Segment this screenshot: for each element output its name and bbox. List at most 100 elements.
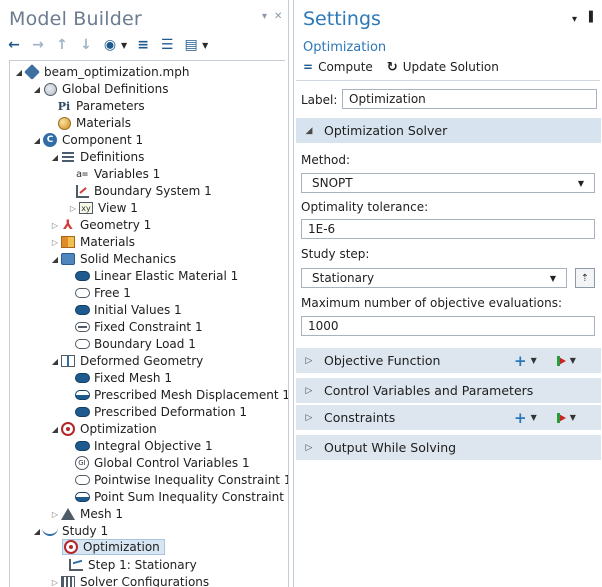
expanded-triangle-icon[interactable]: ◢ — [14, 68, 24, 77]
collapsed-triangle-icon[interactable]: ▷ — [50, 238, 60, 247]
section-objective-function[interactable]: ▷ Objective Function + ▼ ▼ — [296, 348, 601, 373]
update-solution-label: Update Solution — [402, 60, 499, 74]
tree-node-label: View 1 — [98, 201, 138, 215]
tree-node-view[interactable]: ▷ xy View 1 — [68, 200, 138, 216]
study-step-select[interactable]: Stationary ▼ — [301, 268, 567, 288]
collapsed-triangle-icon[interactable]: ▷ — [50, 578, 60, 587]
deformed-geometry-icon — [60, 354, 76, 368]
collapsed-triangle-icon[interactable]: ▷ — [50, 510, 60, 519]
tree-node-solver-configurations[interactable]: ▷ Solver Configurations — [50, 574, 209, 587]
tree-node-step-stationary[interactable]: Step 1: Stationary — [68, 557, 197, 573]
tree-node-solid-mechanics[interactable]: ◢ Solid Mechanics — [50, 251, 176, 267]
tree-node-linear-elastic[interactable]: Linear Elastic Material 1 — [74, 268, 238, 284]
max-eval-input[interactable] — [301, 316, 595, 336]
back-arrow-icon[interactable]: ← — [6, 37, 22, 53]
tree-node-initial-values[interactable]: Initial Values 1 — [74, 302, 182, 318]
expanded-triangle-icon[interactable]: ◢ — [302, 126, 316, 136]
tree-node-boundary-system[interactable]: Boundary System 1 — [74, 183, 212, 199]
tree-node-label: Pointwise Inequality Constraint 1 — [94, 473, 289, 487]
expand-all-icon[interactable]: ☰ — [159, 37, 175, 53]
expanded-triangle-icon[interactable]: ◢ — [50, 425, 60, 434]
collapsed-triangle-icon[interactable]: ▷ — [68, 204, 78, 213]
update-solution-button[interactable]: ↻ Update Solution — [387, 60, 499, 75]
tree-node-integral-objective[interactable]: Integral Objective 1 — [74, 438, 213, 454]
tree-node-label: Definitions — [80, 150, 145, 164]
forward-arrow-icon[interactable]: → — [30, 37, 46, 53]
expanded-triangle-icon[interactable]: ◢ — [32, 136, 42, 145]
method-label: Method: — [301, 153, 351, 167]
settings-title: Settings — [303, 8, 381, 30]
tree-node-fixed-mesh[interactable]: Fixed Mesh 1 — [74, 370, 172, 386]
flag-icon[interactable] — [556, 412, 566, 423]
add-icon[interactable]: + — [514, 409, 527, 427]
tree-node-free[interactable]: Free 1 — [74, 285, 131, 301]
move-down-icon[interactable]: ↓ — [78, 37, 94, 53]
expanded-triangle-icon[interactable]: ◢ — [50, 255, 60, 264]
pane-pin-icon[interactable]: ▾ — [572, 14, 577, 25]
tree-node-study[interactable]: ◢ Study 1 — [32, 523, 108, 539]
tree-node-point-sum-inequality[interactable]: Point Sum Inequality Constraint 1 — [74, 489, 288, 505]
pane-close-icon[interactable]: ▐ — [585, 12, 593, 23]
expanded-triangle-icon[interactable]: ◢ — [32, 85, 42, 94]
expanded-triangle-icon[interactable]: ◢ — [50, 357, 60, 366]
collapsed-triangle-icon[interactable]: ▷ — [302, 413, 316, 423]
pill-bar-icon — [74, 320, 90, 334]
pane-pin-icon[interactable]: ✕ — [274, 11, 282, 22]
section-output-while-solving[interactable]: ▷ Output While Solving — [296, 435, 601, 460]
tree-node-global-definitions[interactable]: ◢ Global Definitions — [32, 81, 169, 97]
tree-options-icon[interactable]: ▤ — [183, 37, 199, 53]
tree-node-label: Fixed Constraint 1 — [94, 320, 203, 334]
tree-node-global-control-variables[interactable]: GI Global Control Variables 1 — [74, 455, 250, 471]
tree-node-parameters[interactable]: Pi Parameters — [56, 98, 145, 114]
collapsed-triangle-icon[interactable]: ▷ — [302, 443, 316, 453]
add-icon[interactable]: + — [514, 352, 527, 370]
flag-dropdown-icon[interactable]: ▼ — [570, 356, 576, 365]
tolerance-input[interactable] — [301, 219, 595, 239]
tree-node-definitions[interactable]: ◢ Definitions — [50, 149, 144, 165]
expanded-triangle-icon[interactable]: ◢ — [32, 527, 42, 536]
tree-node-materials[interactable]: ▷ Materials — [50, 234, 135, 250]
tree-node-variables[interactable]: a= Variables 1 — [74, 166, 160, 182]
pane-menu-icon[interactable]: ▾ — [262, 11, 267, 22]
tree-node-label: Step 1: Stationary — [88, 558, 197, 572]
collapsed-triangle-icon[interactable]: ▷ — [302, 386, 316, 396]
model-builder-pane: Model Builder ▾ ✕ ← → ↑ ↓ ◉ ▼ ≡ ☰ ▤ ▼ ◢ … — [0, 0, 289, 587]
section-constraints[interactable]: ▷ Constraints + ▼ ▼ — [296, 405, 601, 430]
tree-node-label: Deformed Geometry — [80, 354, 204, 368]
section-optimization-solver[interactable]: ◢ Optimization Solver — [296, 118, 601, 143]
collapsed-triangle-icon[interactable]: ▷ — [302, 356, 316, 366]
add-dropdown-icon[interactable]: ▼ — [531, 356, 537, 365]
show-icon[interactable]: ◉ — [102, 37, 118, 53]
tree-node-pointwise-inequality[interactable]: Pointwise Inequality Constraint 1 — [74, 472, 289, 488]
method-select[interactable]: SNOPT ▼ — [301, 173, 595, 193]
tree-node-file[interactable]: ◢ beam_optimization.mph — [14, 64, 189, 80]
section-control-variables[interactable]: ▷ Control Variables and Parameters — [296, 378, 601, 403]
collapsed-triangle-icon[interactable]: ▷ — [50, 221, 60, 230]
show-dropdown-icon[interactable]: ▼ — [121, 41, 127, 50]
collapse-all-icon[interactable]: ≡ — [135, 37, 151, 53]
tree-node-global-materials[interactable]: Materials — [56, 115, 131, 131]
move-up-icon[interactable]: ↑ — [54, 37, 70, 53]
label-input[interactable] — [342, 89, 597, 109]
tree-node-label: Free 1 — [94, 286, 131, 300]
tree-node-prescribed-mesh-displacement[interactable]: Prescribed Mesh Displacement 1 — [74, 387, 288, 403]
tree-node-deformed-geometry[interactable]: ◢ Deformed Geometry — [50, 353, 203, 369]
tree-node-label: Initial Values 1 — [94, 303, 182, 317]
add-dropdown-icon[interactable]: ▼ — [531, 413, 537, 422]
tree-node-boundary-load[interactable]: Boundary Load 1 — [74, 336, 196, 352]
tree-node-optimization-physics[interactable]: ◢ Optimization — [50, 421, 157, 437]
expanded-triangle-icon[interactable]: ◢ — [50, 153, 60, 162]
tree-node-geometry[interactable]: ▷ ⅄ Geometry 1 — [50, 217, 151, 233]
compute-button[interactable]: = Compute — [303, 60, 373, 74]
tree-node-fixed-constraint[interactable]: Fixed Constraint 1 — [74, 319, 203, 335]
tree-node-study-optimization[interactable]: Optimization — [62, 539, 165, 555]
flag-icon[interactable] — [556, 355, 566, 366]
tree-node-mesh[interactable]: ▷ Mesh 1 — [50, 506, 123, 522]
tree-node-component[interactable]: ◢ C Component 1 — [32, 132, 143, 148]
tree-options-dropdown-icon[interactable]: ▼ — [202, 41, 208, 50]
section-title: Optimization Solver — [324, 123, 448, 138]
tree-node-prescribed-deformation[interactable]: Prescribed Deformation 1 — [74, 404, 247, 420]
go-to-source-button[interactable]: ⇡ — [575, 268, 595, 288]
compute-label: Compute — [318, 60, 373, 74]
flag-dropdown-icon[interactable]: ▼ — [570, 413, 576, 422]
